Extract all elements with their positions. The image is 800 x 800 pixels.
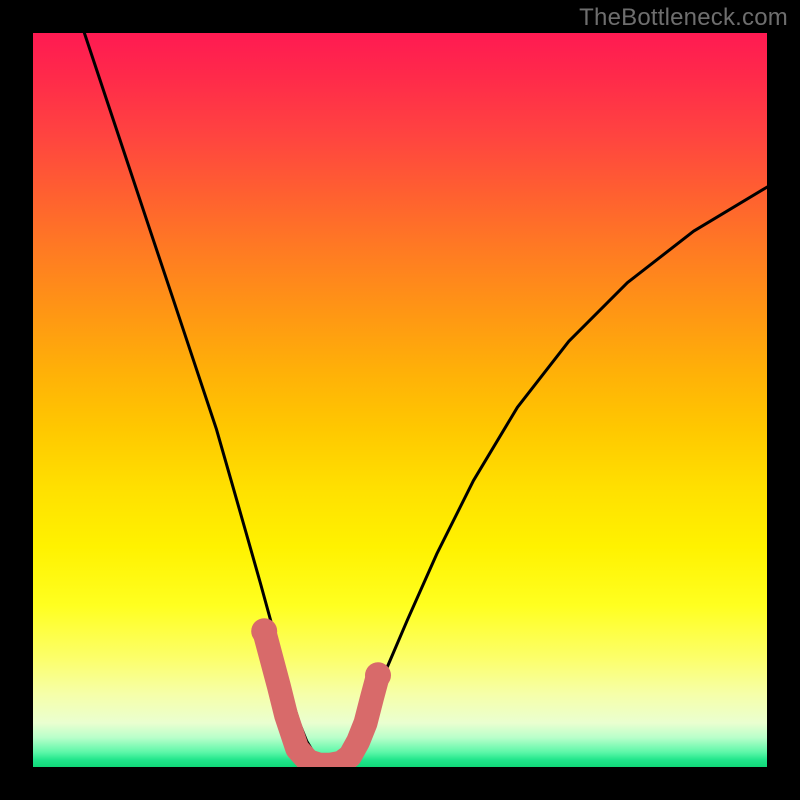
watermark-text: TheBottleneck.com bbox=[579, 4, 788, 32]
trough-marker-dot bbox=[251, 618, 277, 644]
chart-frame: TheBottleneck.com bbox=[0, 0, 800, 800]
trough-markers bbox=[264, 631, 378, 765]
bottleneck-curve bbox=[84, 33, 767, 760]
curve-layer bbox=[33, 33, 767, 767]
plot-area bbox=[33, 33, 767, 767]
trough-marker-dot bbox=[365, 662, 391, 688]
